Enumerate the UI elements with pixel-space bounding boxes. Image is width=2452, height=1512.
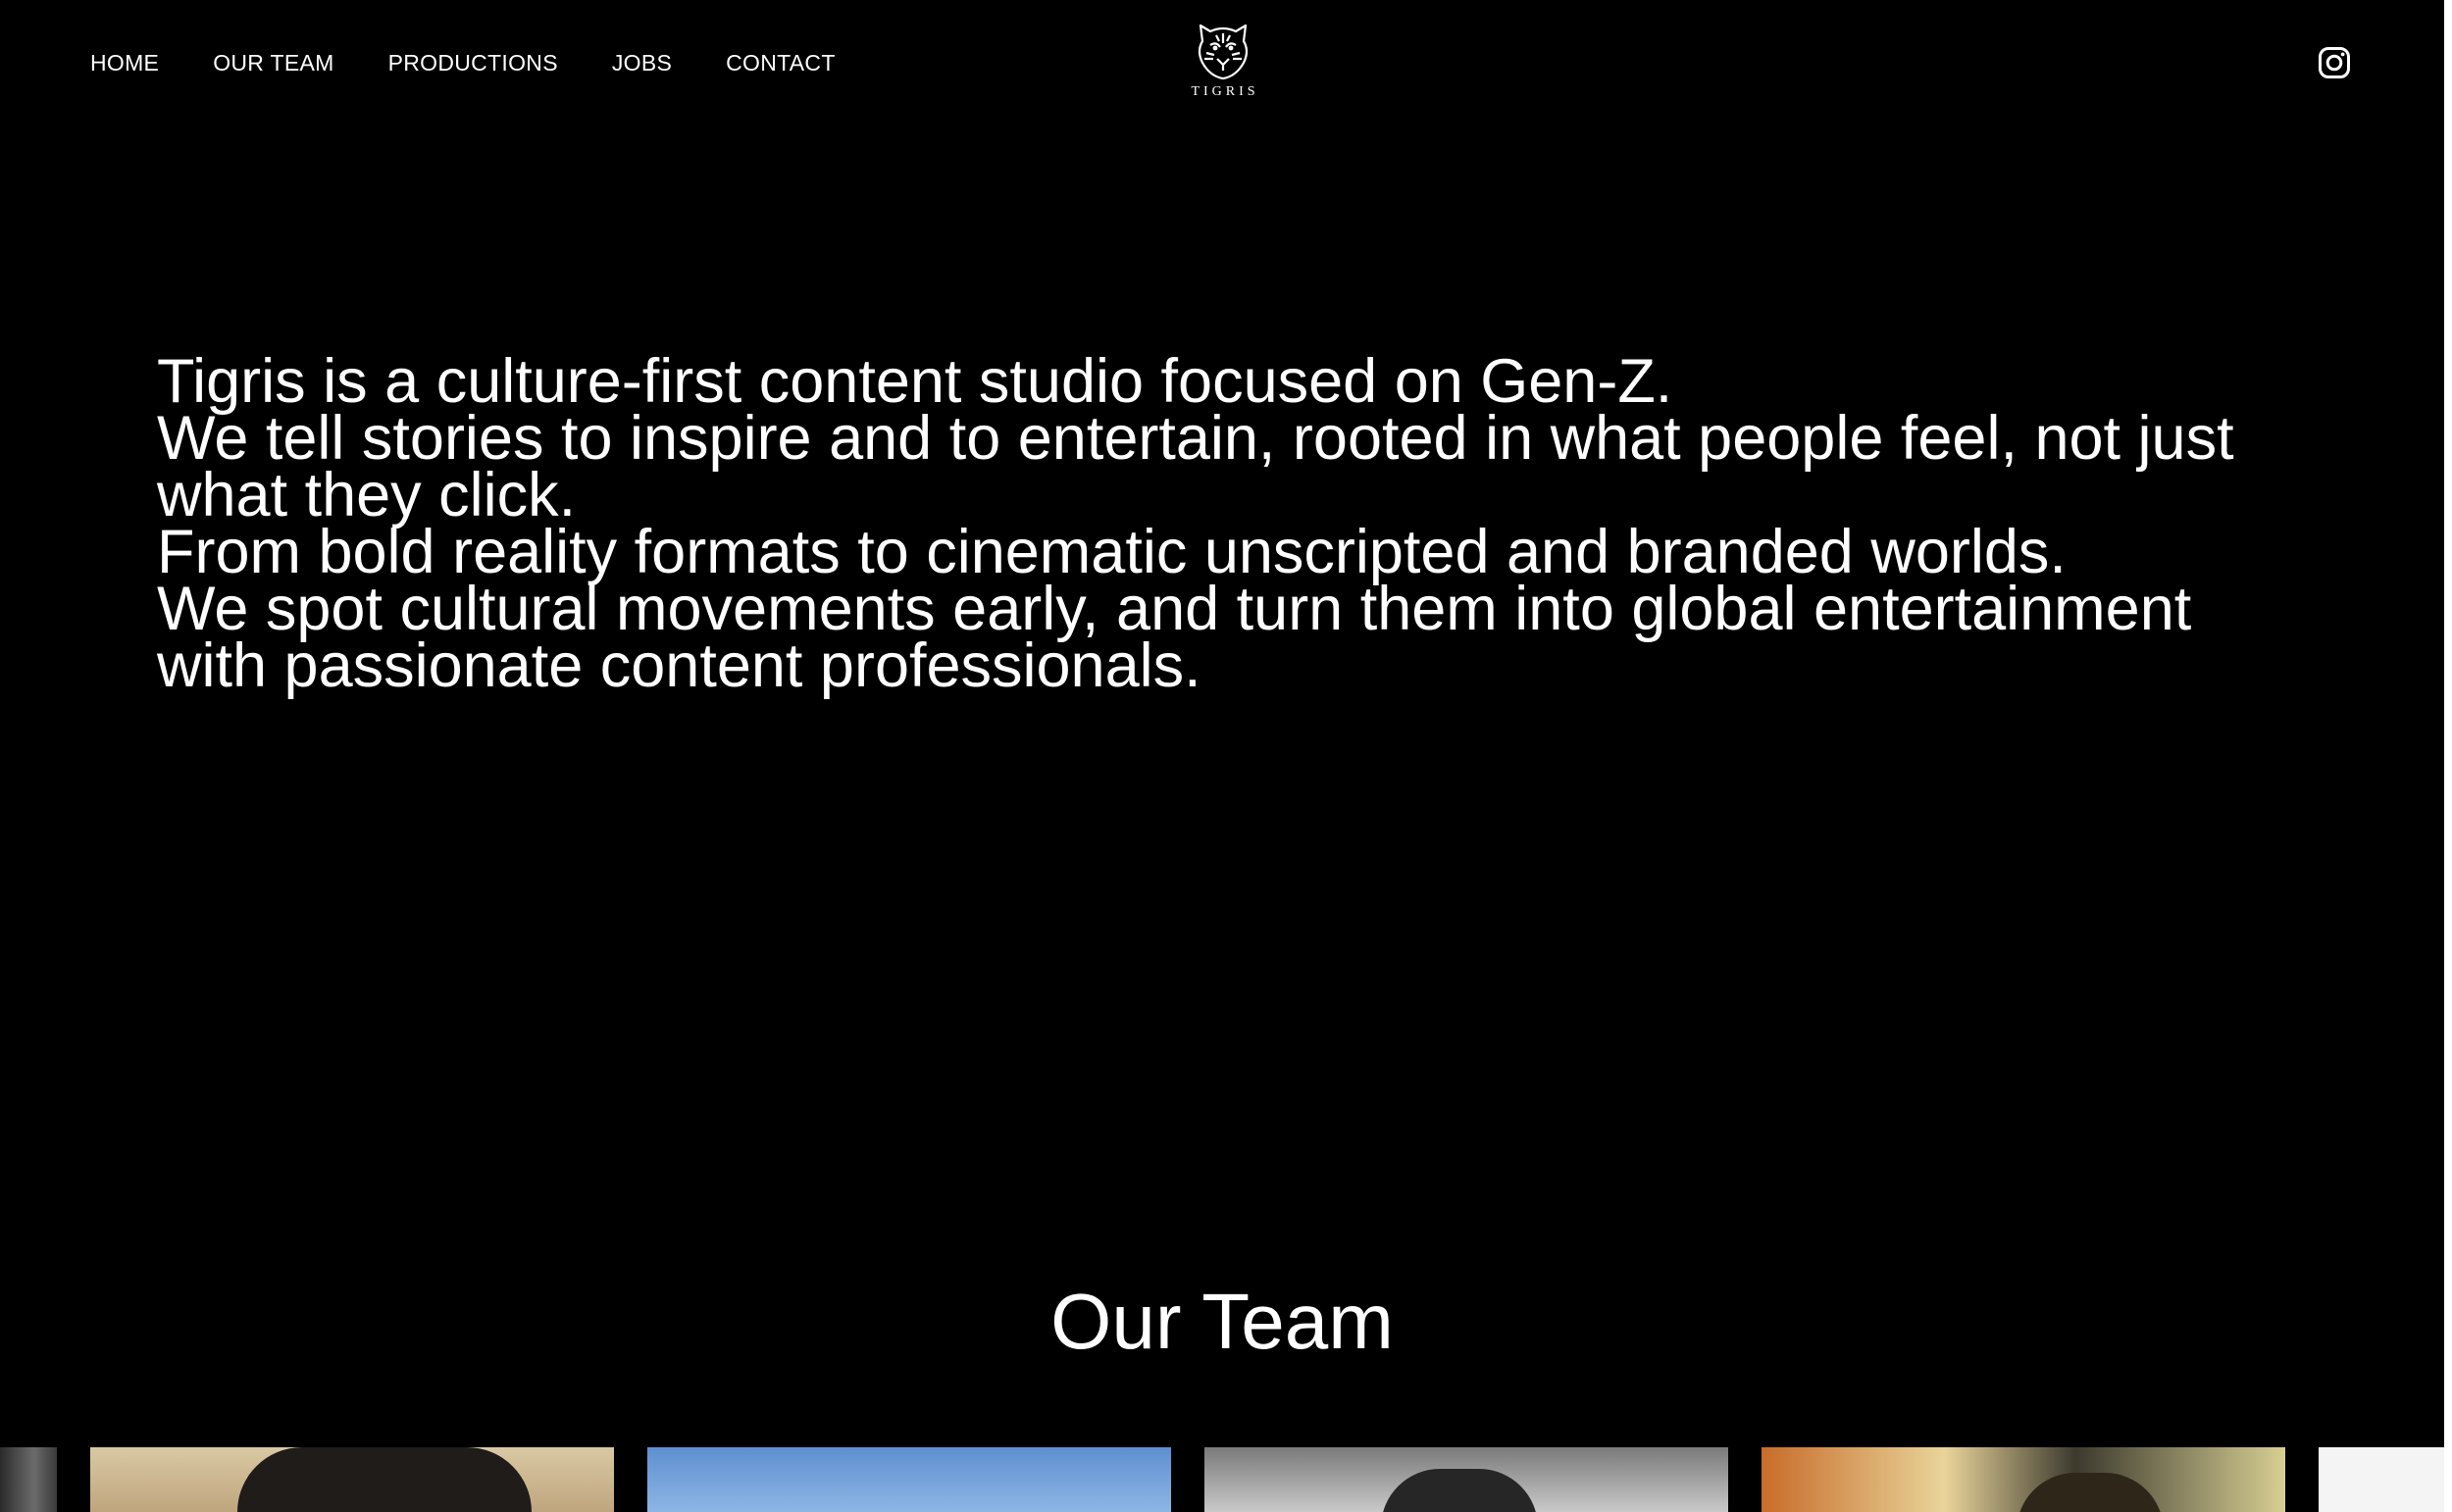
hero-line-3: From bold reality formats to cinematic u… (157, 518, 2067, 586)
page: HOME OUR TEAM PRODUCTIONS JOBS CONTACT T… (0, 0, 2452, 1512)
team-carousel[interactable] (0, 1447, 2444, 1512)
nav-jobs[interactable]: JOBS (612, 47, 672, 78)
nav-our-team[interactable]: OUR TEAM (213, 47, 333, 78)
portrait-silhouette (237, 1447, 532, 1512)
team-member-photo[interactable] (90, 1447, 614, 1512)
site-logo[interactable]: TIGRIS (1187, 18, 1259, 108)
team-member-photo[interactable] (1762, 1447, 2285, 1512)
team-member-photo[interactable] (1204, 1447, 1728, 1512)
main-nav: HOME OUR TEAM PRODUCTIONS JOBS CONTACT (90, 47, 890, 78)
team-heading: Our Team (1050, 1278, 1394, 1365)
site-header: HOME OUR TEAM PRODUCTIONS JOBS CONTACT T… (0, 0, 2444, 127)
hero-line-1: Tigris is a culture-first content studio… (157, 347, 1673, 416)
nav-contact[interactable]: CONTACT (726, 47, 836, 78)
portrait-silhouette (1381, 1469, 1538, 1512)
team-member-photo[interactable] (2319, 1447, 2444, 1512)
logo-text: TIGRIS (1191, 84, 1259, 99)
portrait-silhouette (2017, 1473, 2164, 1512)
hero-line-2: We tell stories to inspire and to entert… (157, 404, 2234, 529)
nav-productions[interactable]: PRODUCTIONS (388, 47, 558, 78)
hero-intro: Tigris is a culture-first content studio… (157, 347, 2295, 700)
instagram-icon[interactable] (2318, 46, 2351, 79)
tiger-head-icon (1198, 24, 1249, 80)
hero-line-4: We spot cultural movements early, and tu… (157, 575, 2192, 700)
nav-home[interactable]: HOME (90, 47, 159, 78)
team-member-photo[interactable] (0, 1447, 57, 1512)
team-member-photo[interactable] (647, 1447, 1171, 1512)
scrollbar[interactable] (2444, 0, 2452, 1512)
